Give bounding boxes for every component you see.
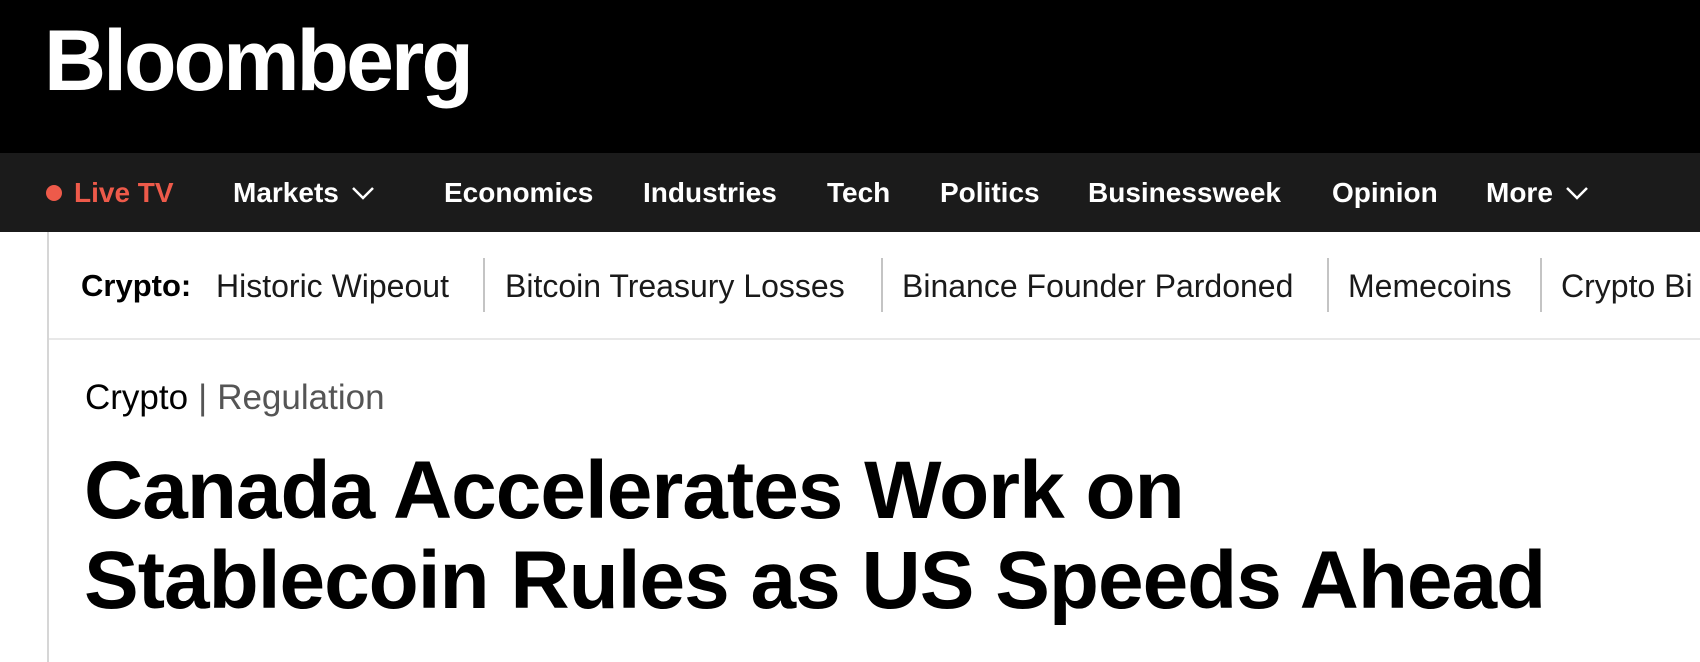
article-kicker: Crypto | Regulation xyxy=(85,380,385,415)
main-nav: Live TV Markets Economics Industries Tec… xyxy=(0,153,1700,232)
kicker-category-link[interactable]: Crypto xyxy=(85,378,188,417)
chevron-down-icon xyxy=(351,185,375,201)
headline-line: Canada Accelerates Work on xyxy=(84,445,1185,536)
nav-item-label: Businessweek xyxy=(1088,176,1281,208)
topic-divider xyxy=(1327,258,1329,312)
live-tv-label: Live TV xyxy=(74,176,174,208)
nav-item-label: Economics xyxy=(444,176,594,208)
nav-item-more[interactable]: More xyxy=(1486,153,1589,232)
nav-item-businessweek[interactable]: Businessweek xyxy=(1088,153,1281,232)
nav-item-tech[interactable]: Tech xyxy=(827,153,890,232)
nav-item-economics[interactable]: Economics xyxy=(444,153,593,232)
nav-item-label: Industries xyxy=(643,176,777,208)
nav-item-label: Tech xyxy=(827,176,891,208)
topic-strip-label: Crypto: xyxy=(81,268,192,303)
nav-item-industries[interactable]: Industries xyxy=(643,153,777,232)
nav-item-opinion[interactable]: Opinion xyxy=(1332,153,1438,232)
nav-item-markets[interactable]: Markets xyxy=(233,153,375,232)
kicker-separator: | xyxy=(198,378,208,417)
nav-item-label: Markets xyxy=(233,176,339,208)
topic-strip: Crypto: Historic Wipeout Bitcoin Treasur… xyxy=(49,232,1700,340)
kicker-subcategory-link[interactable]: Regulation xyxy=(217,378,384,417)
nav-item-label: Politics xyxy=(940,176,1040,208)
topic-link-crypto[interactable]: Crypto Bi xyxy=(1561,232,1693,340)
topic-link-bitcoin-treasury-losses[interactable]: Bitcoin Treasury Losses xyxy=(505,232,845,340)
chevron-down-icon xyxy=(1565,185,1589,201)
topic-divider xyxy=(1540,258,1542,312)
live-tv-link[interactable]: Live TV xyxy=(46,153,174,232)
topic-link-memecoins[interactable]: Memecoins xyxy=(1348,232,1512,340)
topic-link-historic-wipeout[interactable]: Historic Wipeout xyxy=(216,232,449,340)
topic-divider xyxy=(881,258,883,312)
nav-item-label: Opinion xyxy=(1332,176,1438,208)
live-dot-icon xyxy=(46,184,62,201)
topic-link-binance-founder-pardoned[interactable]: Binance Founder Pardoned xyxy=(902,232,1293,340)
brand-bar: Bloomberg xyxy=(0,0,1700,153)
article-headline: Canada Accelerates Work on Stablecoin Ru… xyxy=(84,446,1684,626)
bloomberg-logo[interactable]: Bloomberg xyxy=(44,18,474,104)
nav-item-label: More xyxy=(1486,176,1553,208)
headline-line: Stablecoin Rules as US Speeds Ahead xyxy=(84,535,1546,626)
nav-item-politics[interactable]: Politics xyxy=(940,153,1040,232)
topic-divider xyxy=(483,258,485,312)
